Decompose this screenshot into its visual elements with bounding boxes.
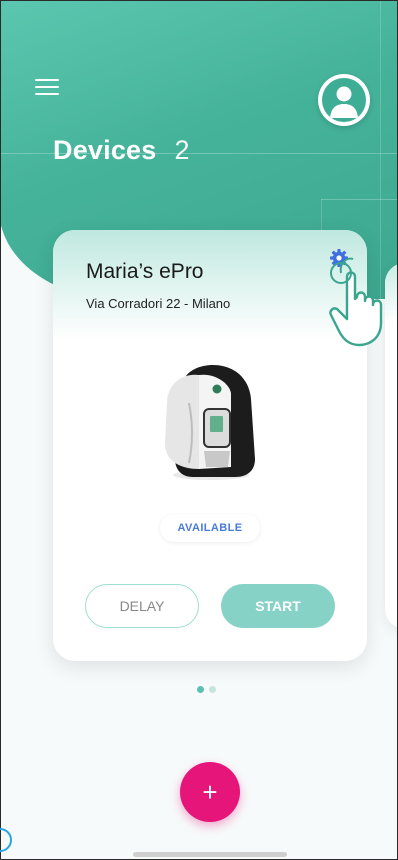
delay-button[interactable]: DELAY <box>85 584 199 628</box>
page-header: Devices 2 <box>53 135 190 166</box>
home-indicator <box>133 852 287 857</box>
device-card[interactable]: Maria’s ePro Via Corradori 22 - Milano A… <box>53 230 367 661</box>
start-button[interactable]: START <box>221 584 335 628</box>
carousel-pagination <box>197 686 216 693</box>
device-name: Maria’s ePro <box>86 260 204 283</box>
decor-line <box>321 199 397 200</box>
device-address: Via Corradori 22 - Milano <box>86 296 231 311</box>
page-title: Devices <box>53 135 157 165</box>
tap-hand-icon <box>329 253 397 349</box>
user-avatar-icon <box>322 78 366 122</box>
card-header-gradient <box>53 230 367 340</box>
add-device-button[interactable]: + <box>180 762 240 822</box>
pagination-dot[interactable] <box>209 686 216 693</box>
status-badge: AVAILABLE <box>160 514 260 542</box>
hamburger-menu-icon[interactable] <box>35 77 59 97</box>
app-screen: Devices 2 Maria’s ePro Via Corradori 22 … <box>0 0 398 860</box>
charger-image <box>159 363 261 483</box>
pagination-dot-active[interactable] <box>197 686 204 693</box>
device-count: 2 <box>174 135 190 165</box>
profile-button[interactable] <box>318 74 370 126</box>
